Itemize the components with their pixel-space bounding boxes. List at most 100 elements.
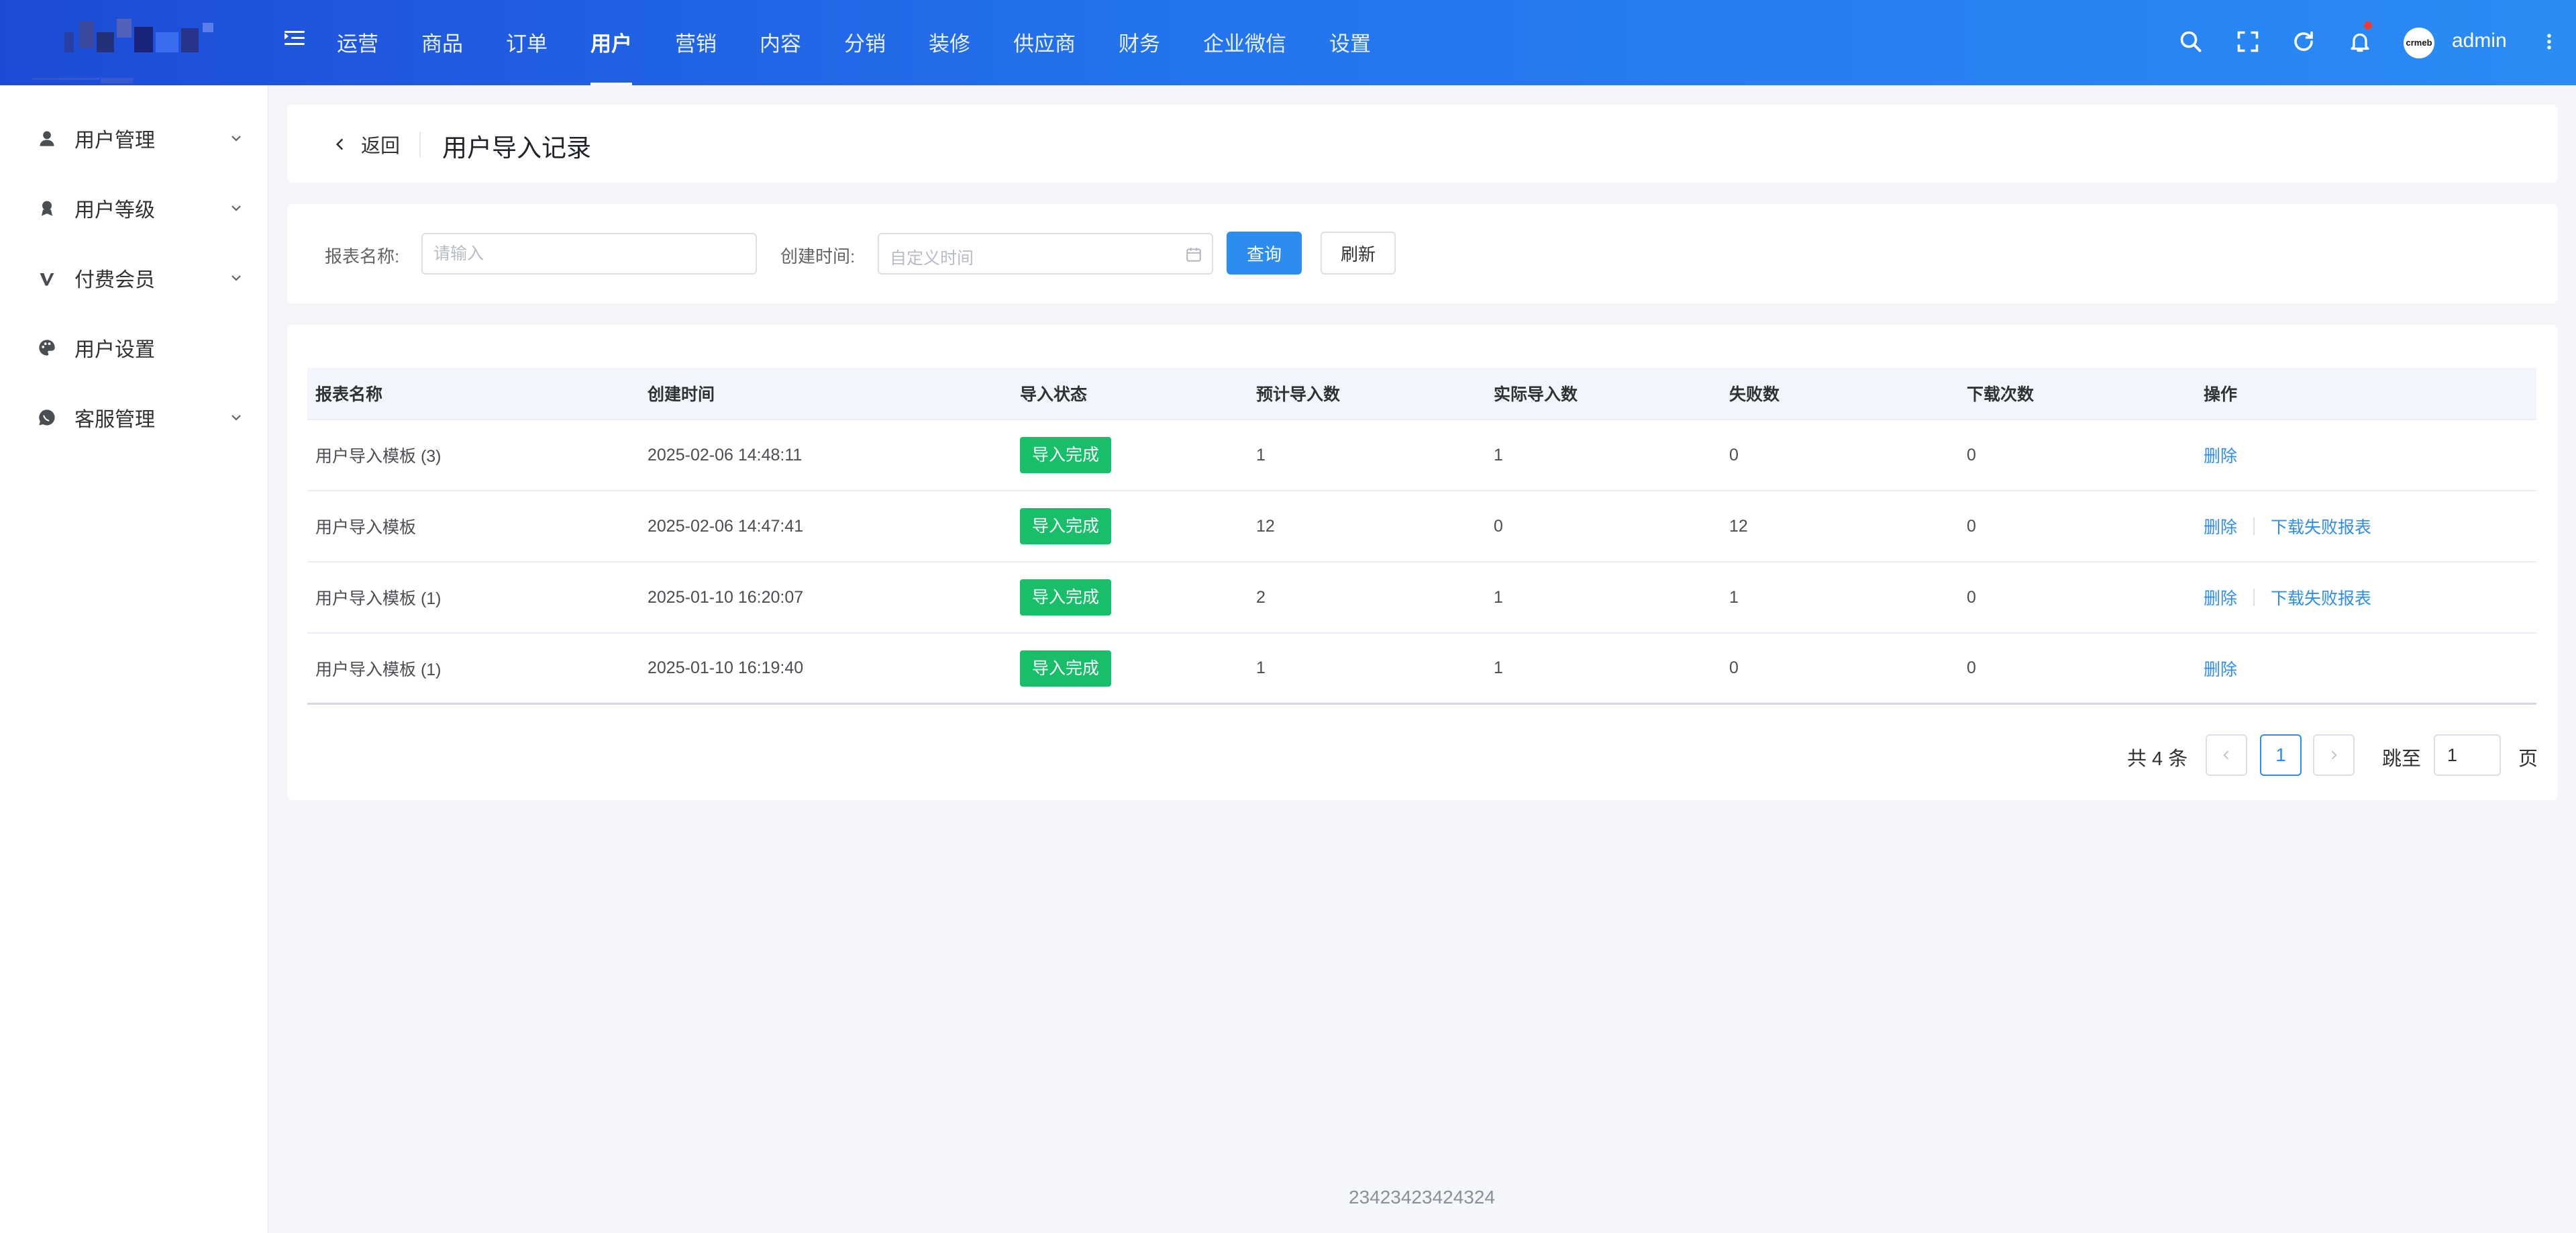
page-header-card: [287, 105, 2557, 183]
delete-link[interactable]: 删除: [2204, 514, 2237, 538]
prev-page-button[interactable]: [2206, 734, 2247, 776]
column-header: 实际导入数: [1494, 385, 1578, 404]
table-cell: 用户导入模板 (3): [315, 447, 442, 466]
table-cell: 用户导入模板 (1): [315, 660, 442, 679]
download-failed-report-link[interactable]: 下载失败报表: [2271, 585, 2371, 609]
actions-cell: 删除 下载失败报表: [2204, 491, 2371, 561]
chevron-right-icon: [2331, 750, 2337, 760]
delete-link[interactable]: 删除: [2204, 443, 2237, 467]
sidebar-item-label: 客服管理: [74, 409, 155, 431]
refresh-button[interactable]: 刷新: [1321, 232, 1396, 275]
logo[interactable]: [27, 12, 248, 83]
table-cell: 2: [1256, 587, 1266, 607]
sidebar: 用户管理 用户等级 付费会员 用户设置 客服管理: [0, 85, 268, 1233]
table-cell: 1: [1729, 587, 1739, 607]
chevron-left-icon: [336, 138, 344, 150]
nav-item[interactable]: 财务: [1097, 0, 1182, 85]
menu-toggle-icon[interactable]: [285, 31, 307, 51]
table-row: 用户导入模板 (3) 2025-02-06 14:48:11 导入完成 1 1 0 0 删除: [307, 420, 2536, 491]
jump-page-input[interactable]: [2434, 734, 2501, 776]
status-badge: 导入完成: [1020, 437, 1112, 473]
table-header: 报表名称 创建时间 导入状态 预计导入数 实际导入数 失败数 下载次数 操作: [307, 368, 2536, 420]
table-cell: 1: [1494, 658, 1503, 677]
nav-item[interactable]: 订单: [484, 0, 569, 85]
column-header: 下载次数: [1967, 385, 2034, 404]
sidebar-item-service-management[interactable]: 客服管理: [0, 384, 268, 451]
nav-item[interactable]: 分销: [823, 0, 907, 85]
column-header: 操作: [2204, 385, 2238, 404]
sidebar-item-label: 用户等级: [74, 199, 155, 221]
report-name-input[interactable]: [421, 233, 757, 275]
divider: [419, 132, 421, 157]
search-icon[interactable]: [2179, 30, 2203, 54]
status-badge: 导入完成: [1020, 650, 1112, 687]
page-number-button[interactable]: 1: [2260, 734, 2302, 776]
nav-item[interactable]: 营销: [654, 0, 738, 85]
top-header: 运营 商品 订单 用户 营销 内容 分销 装修 供应商 财务 企业微信 设置 crmeb admin: [0, 0, 2576, 85]
query-button[interactable]: 查询: [1227, 232, 1302, 275]
nav-item[interactable]: 运营: [315, 0, 400, 85]
table-cell: 0: [1729, 445, 1739, 464]
sidebar-item-label: 付费会员: [74, 269, 155, 291]
table-cell: 2025-02-06 14:47:41: [648, 516, 804, 536]
nav-item[interactable]: 内容: [738, 0, 823, 85]
table-cell: 2025-01-10 16:20:07: [648, 587, 804, 607]
table-cell: 0: [1967, 516, 1976, 536]
notification-badge: [2363, 20, 2373, 31]
status-badge: 导入完成: [1020, 579, 1112, 615]
bell-icon[interactable]: [2348, 30, 2372, 54]
column-header: 导入状态: [1020, 385, 1088, 404]
delete-link[interactable]: 删除: [2204, 656, 2237, 681]
page-suffix-label: 页: [2518, 748, 2538, 770]
date-range-picker[interactable]: 自定义时间: [878, 233, 1213, 275]
table-cell: 1: [1494, 587, 1503, 607]
nav-item[interactable]: 企业微信: [1182, 0, 1308, 85]
pagination-total: 共 4 条: [2127, 748, 2188, 770]
table-cell: 0: [1967, 658, 1976, 677]
nav-item[interactable]: 装修: [907, 0, 992, 85]
sidebar-item-user-level[interactable]: 用户等级: [0, 175, 268, 242]
status-cell: 导入完成: [1020, 634, 1112, 703]
status-cell: 导入完成: [1020, 562, 1112, 632]
calendar-icon: [1186, 248, 1201, 262]
table-cell: 1: [1256, 445, 1266, 464]
sidebar-item-paid-member[interactable]: 付费会员: [0, 244, 268, 311]
table-cell: 用户导入模板 (1): [315, 589, 442, 608]
footer-text: 23423423424324: [1349, 1187, 1496, 1207]
user-name[interactable]: admin: [2452, 30, 2507, 52]
download-failed-report-link[interactable]: 下载失败报表: [2271, 514, 2371, 538]
palette-icon: [39, 340, 55, 356]
sidebar-item-user-management[interactable]: 用户管理: [0, 105, 268, 172]
jump-label: 跳至: [2382, 748, 2422, 770]
main-nav: 运营 商品 订单 用户 营销 内容 分销 装修 供应商 财务 企业微信 设置: [315, 0, 1392, 85]
column-header: 创建时间: [648, 385, 715, 404]
report-name-label: 报表名称:: [325, 246, 400, 266]
refresh-icon[interactable]: [2291, 30, 2316, 54]
fullscreen-icon[interactable]: [2236, 30, 2260, 54]
table-cell: 12: [1729, 516, 1748, 536]
sidebar-item-user-settings[interactable]: 用户设置: [0, 314, 268, 381]
import-record-table: 报表名称 创建时间 导入状态 预计导入数 实际导入数 失败数 下载次数 操作 用户导入模板 (3…: [307, 368, 2536, 705]
nav-item[interactable]: 设置: [1308, 0, 1392, 85]
actions-cell: 删除: [2204, 634, 2237, 703]
sidebar-item-label: 用户设置: [74, 339, 155, 361]
back-label: 返回: [361, 136, 401, 157]
column-header: 预计导入数: [1256, 385, 1341, 404]
actions-cell: 删除: [2204, 420, 2237, 490]
next-page-button[interactable]: [2313, 734, 2355, 776]
column-header: 报表名称: [315, 385, 383, 404]
back-button[interactable]: 返回: [331, 130, 400, 158]
status-cell: 导入完成: [1020, 420, 1112, 490]
avatar[interactable]: crmeb: [2404, 28, 2434, 58]
nav-item[interactable]: 用户: [569, 0, 654, 85]
vip-icon: [40, 273, 54, 286]
create-time-label: 创建时间:: [780, 246, 856, 266]
page-title: 用户导入记录: [442, 134, 591, 162]
chat-icon: [39, 409, 55, 426]
nav-item[interactable]: 供应商: [992, 0, 1097, 85]
more-icon[interactable]: [2539, 30, 2559, 54]
nav-item[interactable]: 商品: [400, 0, 484, 85]
chevron-down-icon: [231, 205, 241, 211]
delete-link[interactable]: 删除: [2204, 585, 2237, 609]
action-divider: [2253, 589, 2255, 606]
